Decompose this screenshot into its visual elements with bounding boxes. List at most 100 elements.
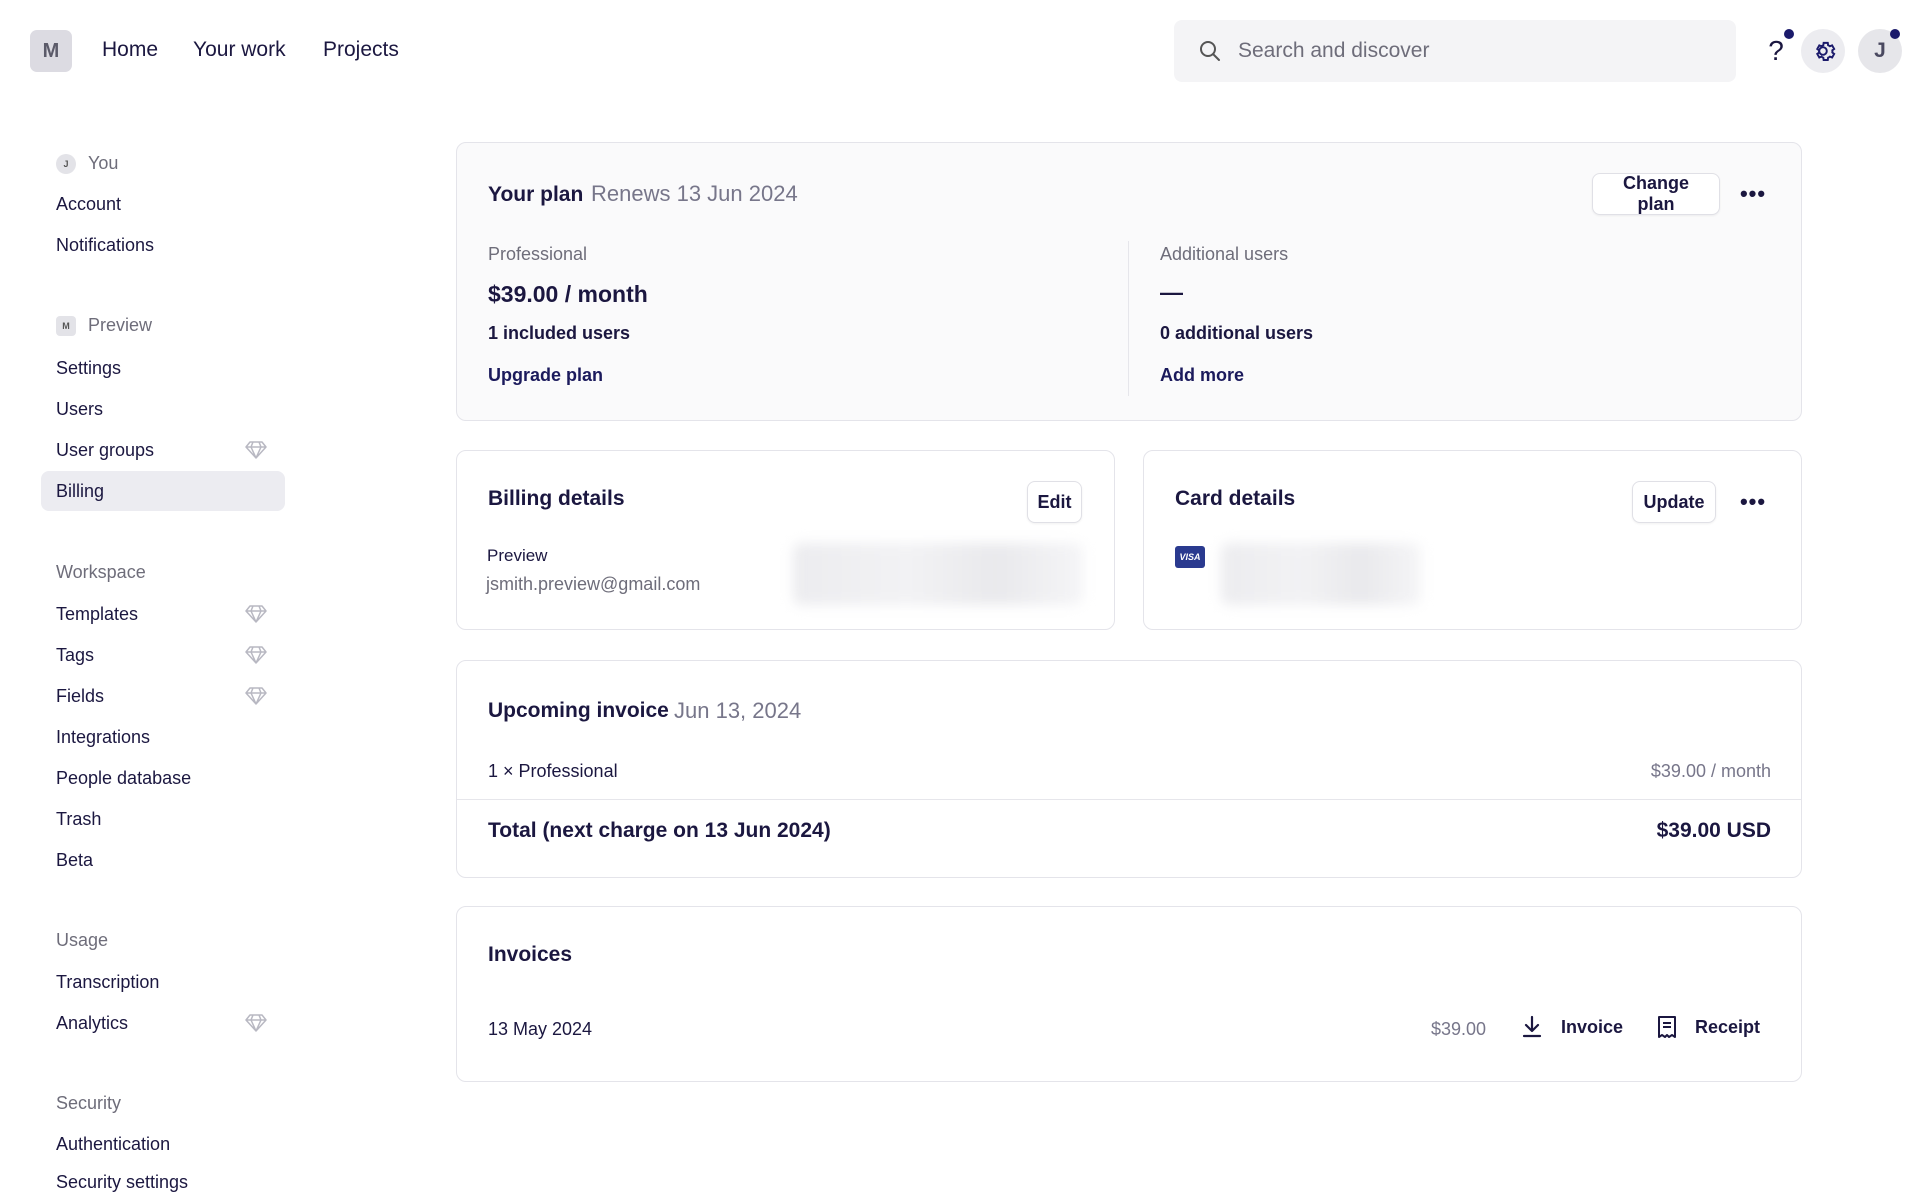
sidebar-item-user-groups[interactable]: User groups <box>41 430 285 470</box>
additional-users-label: Additional users <box>1160 244 1289 264</box>
sidebar-item-security-settings[interactable]: Security settings <box>41 1165 285 1199</box>
user-avatar[interactable]: J <box>1858 29 1902 73</box>
section-label: You <box>88 153 119 173</box>
sidebar-item-templates[interactable]: Templates <box>41 594 285 634</box>
avatar-initial: J <box>1874 39 1886 62</box>
card-more-options-icon[interactable]: ••• <box>1733 482 1773 522</box>
sidebar-item-label: Tags <box>56 644 95 665</box>
upcoming-invoice-title: Upcoming invoice <box>488 699 669 722</box>
invoice-total-label: Total (next charge on 13 Jun 2024) <box>488 819 831 842</box>
sidebar-item-settings[interactable]: Settings <box>41 348 285 388</box>
plan-price: $39.00 / month <box>488 281 648 307</box>
search-bar[interactable] <box>1174 20 1736 82</box>
sidebar-item-label: Security settings <box>56 1171 189 1192</box>
sidebar-item-label: Users <box>56 398 104 419</box>
sidebar-item-label: Authentication <box>56 1133 171 1154</box>
section-header-workspace: Workspace <box>56 562 146 583</box>
edit-billing-button[interactable]: Edit <box>1027 481 1082 523</box>
nav-your-work[interactable]: Your work <box>193 38 286 62</box>
download-invoice-button[interactable]: Invoice <box>1521 1015 1623 1039</box>
included-users: 1 included users <box>488 323 631 343</box>
additional-users-count: 0 additional users <box>1160 323 1314 343</box>
section-label: Preview <box>88 315 153 335</box>
user-mini-avatar: J <box>56 153 76 174</box>
additional-users-price: — <box>1160 279 1183 305</box>
sidebar-item-billing[interactable]: Billing <box>41 471 285 511</box>
billing-details-title: Billing details <box>488 487 625 510</box>
invoice-link-label: Invoice <box>1561 1016 1624 1037</box>
invoice-line-item: 1 × Professional <box>488 761 618 781</box>
section-header-you: J You <box>56 153 118 174</box>
nav-home[interactable]: Home <box>102 38 158 62</box>
sidebar-item-label: People database <box>56 767 192 788</box>
diamond-icon <box>245 1014 267 1032</box>
section-header-preview: M Preview <box>56 315 152 336</box>
sidebar-item-label: Trash <box>56 808 102 829</box>
workspace-logo[interactable]: M <box>30 30 72 72</box>
diamond-icon <box>245 646 267 664</box>
invoice-divider <box>457 799 1801 800</box>
billing-name: Preview <box>487 546 548 565</box>
download-icon <box>1522 1015 1542 1038</box>
sidebar-item-tags[interactable]: Tags <box>41 635 285 675</box>
invoices-title: Invoices <box>488 943 573 966</box>
sidebar-item-label: Fields <box>56 685 105 706</box>
update-card-button[interactable]: Update <box>1632 481 1716 523</box>
search-icon <box>1200 41 1220 61</box>
upgrade-plan-link[interactable]: Upgrade plan <box>488 365 603 386</box>
receipt-link-label: Receipt <box>1695 1016 1761 1037</box>
sidebar-item-label: Notifications <box>56 234 155 255</box>
invoice-date: 13 May 2024 <box>488 1019 593 1039</box>
help-icon: ? <box>1768 35 1784 66</box>
plan-divider <box>1128 241 1129 396</box>
sidebar-item-users[interactable]: Users <box>41 389 285 429</box>
change-plan-button[interactable]: Change plan <box>1592 173 1720 215</box>
redacted-address <box>793 543 1083 605</box>
sidebar-item-label: Templates <box>56 603 139 624</box>
section-label: Workspace <box>56 562 146 582</box>
add-more-link[interactable]: Add more <box>1160 365 1244 386</box>
plan-renewal-date: Renews 13 Jun 2024 <box>591 181 798 206</box>
notification-dot <box>1784 29 1794 39</box>
invoice-line-price: $39.00 / month <box>1650 761 1771 781</box>
diamond-icon <box>245 441 267 459</box>
sidebar-item-label: Settings <box>56 357 122 378</box>
gear-icon <box>1815 41 1836 61</box>
billing-details-card: Billing details Edit Preview jsmith.prev… <box>456 450 1115 630</box>
section-label: Usage <box>56 930 109 950</box>
plan-more-options-icon[interactable]: ••• <box>1733 174 1773 214</box>
sidebar-item-authentication[interactable]: Authentication <box>41 1124 285 1164</box>
plan-title: Your plan <box>488 183 584 206</box>
invoices-card: Invoices 13 May 2024 $39.00 Invoice Rece… <box>456 906 1802 1082</box>
section-header-usage: Usage <box>56 930 108 951</box>
sidebar-item-notifications[interactable]: Notifications <box>41 225 285 265</box>
sidebar-item-trash[interactable]: Trash <box>41 799 285 839</box>
sidebar-item-transcription[interactable]: Transcription <box>41 962 285 1002</box>
sidebar-item-people-database[interactable]: People database <box>41 758 285 798</box>
redacted-card-number <box>1221 543 1421 605</box>
diamond-icon <box>245 605 267 623</box>
card-details-title: Card details <box>1175 487 1296 510</box>
billing-email: jsmith.preview@gmail.com <box>486 574 701 594</box>
sidebar-item-label: Analytics <box>56 1012 129 1033</box>
sidebar-item-account[interactable]: Account <box>41 184 285 224</box>
upcoming-invoice-date: Jun 13, 2024 <box>674 698 802 723</box>
plan-card: Your plan Renews 13 Jun 2024 Change plan… <box>456 142 1802 421</box>
sidebar-item-integrations[interactable]: Integrations <box>41 717 285 757</box>
view-receipt-button[interactable]: Receipt <box>1657 1015 1760 1039</box>
sidebar-item-fields[interactable]: Fields <box>41 676 285 716</box>
search-input[interactable] <box>1238 39 1718 63</box>
visa-card-icon: VISA <box>1175 546 1205 568</box>
sidebar-item-label: Transcription <box>56 971 160 992</box>
settings-button[interactable] <box>1801 29 1845 73</box>
sidebar-item-label: Integrations <box>56 726 151 747</box>
help-button[interactable]: ? <box>1754 29 1798 73</box>
sidebar-item-label: Account <box>56 193 122 214</box>
invoice-total-value: $39.00 USD <box>1656 819 1771 842</box>
sidebar-item-analytics[interactable]: Analytics <box>41 1003 285 1043</box>
sidebar-item-label: User groups <box>56 439 155 460</box>
sidebar-item-label: Beta <box>56 849 94 870</box>
avatar-status-dot <box>1890 29 1900 39</box>
nav-projects[interactable]: Projects <box>323 38 399 62</box>
sidebar-item-beta[interactable]: Beta <box>41 840 285 880</box>
